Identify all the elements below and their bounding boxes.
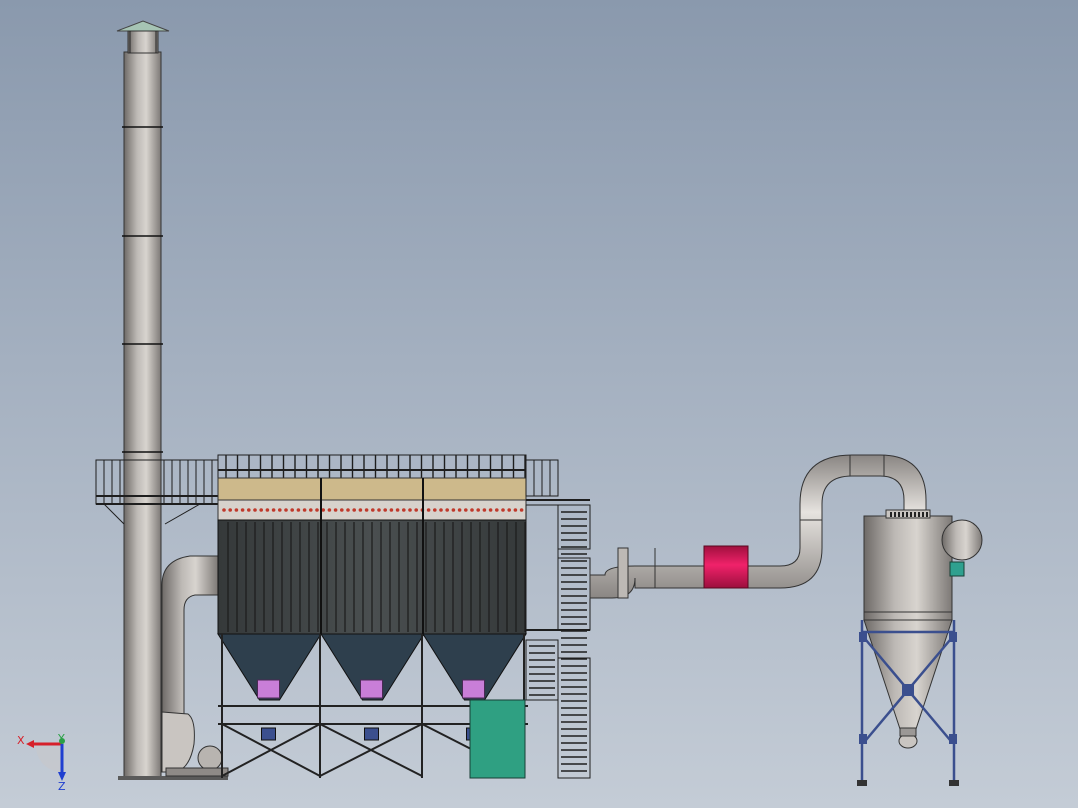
flange-bolt <box>918 512 920 517</box>
pulse-nozzle <box>228 508 232 512</box>
pulse-nozzle <box>414 508 419 512</box>
pulse-nozzle <box>259 508 264 512</box>
pulse-nozzle <box>482 508 487 512</box>
rotary-valve <box>462 679 485 699</box>
pulse-nozzle <box>315 508 319 512</box>
pulse-nozzle <box>290 508 295 512</box>
flange-bolt <box>902 512 904 517</box>
pulse-nozzle <box>247 508 251 512</box>
pulse-nozzle <box>240 508 245 512</box>
pulse-nozzle <box>433 508 437 512</box>
y-axis-label: Y <box>57 732 65 745</box>
pulse-nozzle <box>278 508 282 512</box>
pulse-nozzle <box>389 508 394 512</box>
pulse-nozzle <box>222 508 226 512</box>
pulse-nozzle <box>265 508 270 512</box>
discharge-motor <box>261 727 276 741</box>
pulse-nozzle <box>253 508 257 512</box>
flange-bolt <box>894 512 896 517</box>
pulse-nozzle <box>470 508 474 512</box>
pulse-nozzle <box>340 508 344 512</box>
flange-bolt <box>926 512 928 517</box>
pulse-nozzle <box>445 508 450 512</box>
pulse-nozzle <box>513 508 518 512</box>
pulse-nozzle <box>495 508 499 512</box>
pulse-nozzle <box>464 508 468 512</box>
pulse-nozzle <box>327 508 332 512</box>
axis-triad: X Y Z <box>17 732 66 793</box>
flange-bolt <box>906 512 908 517</box>
pulse-nozzle <box>426 508 431 512</box>
pulse-nozzle <box>457 508 462 512</box>
pulse-nozzle <box>271 508 276 512</box>
cad-viewport[interactable]: X Y Z <box>0 0 1078 808</box>
pulse-nozzle <box>377 508 381 512</box>
bag-filter-icon[interactable] <box>217 454 528 779</box>
pulse-nozzle <box>234 508 239 512</box>
flange-bolt <box>890 512 892 517</box>
pulse-nozzle <box>383 508 388 512</box>
stair-tower-icon <box>525 459 591 779</box>
pulse-nozzle <box>507 508 512 512</box>
rotary-valve <box>360 679 383 699</box>
pulse-nozzle <box>408 508 412 512</box>
cyclone-separator-icon[interactable] <box>857 509 983 786</box>
discharge-motor <box>364 727 379 741</box>
fan-blower-icon <box>161 711 229 777</box>
pulse-nozzle <box>395 508 400 512</box>
pulse-nozzle <box>501 508 505 512</box>
pulse-nozzle <box>333 508 338 512</box>
flange-bolt <box>922 512 924 517</box>
pulse-nozzle <box>451 508 456 512</box>
pulse-nozzle <box>296 508 301 512</box>
pulse-nozzle <box>346 508 350 512</box>
pulse-nozzle <box>439 508 443 512</box>
pulse-nozzle <box>358 508 363 512</box>
pulse-nozzle <box>309 508 313 512</box>
pink-duct-section <box>703 545 749 589</box>
pulse-nozzle <box>302 508 307 512</box>
pulse-nozzle <box>488 508 493 512</box>
x-axis-label: X <box>17 734 25 747</box>
pulse-nozzle <box>364 508 369 512</box>
flange-bolt <box>898 512 900 517</box>
pulse-nozzle <box>519 508 524 512</box>
pulse-nozzle <box>352 508 357 512</box>
pulse-nozzle <box>476 508 481 512</box>
pulse-nozzle <box>402 508 406 512</box>
z-axis-label: Z <box>58 780 66 793</box>
pulse-nozzle <box>371 508 375 512</box>
flange-bolt <box>914 512 916 517</box>
rotary-valve <box>257 679 280 699</box>
pulse-nozzle <box>284 508 288 512</box>
control-cabinet <box>469 699 526 779</box>
flange-bolt <box>910 512 912 517</box>
